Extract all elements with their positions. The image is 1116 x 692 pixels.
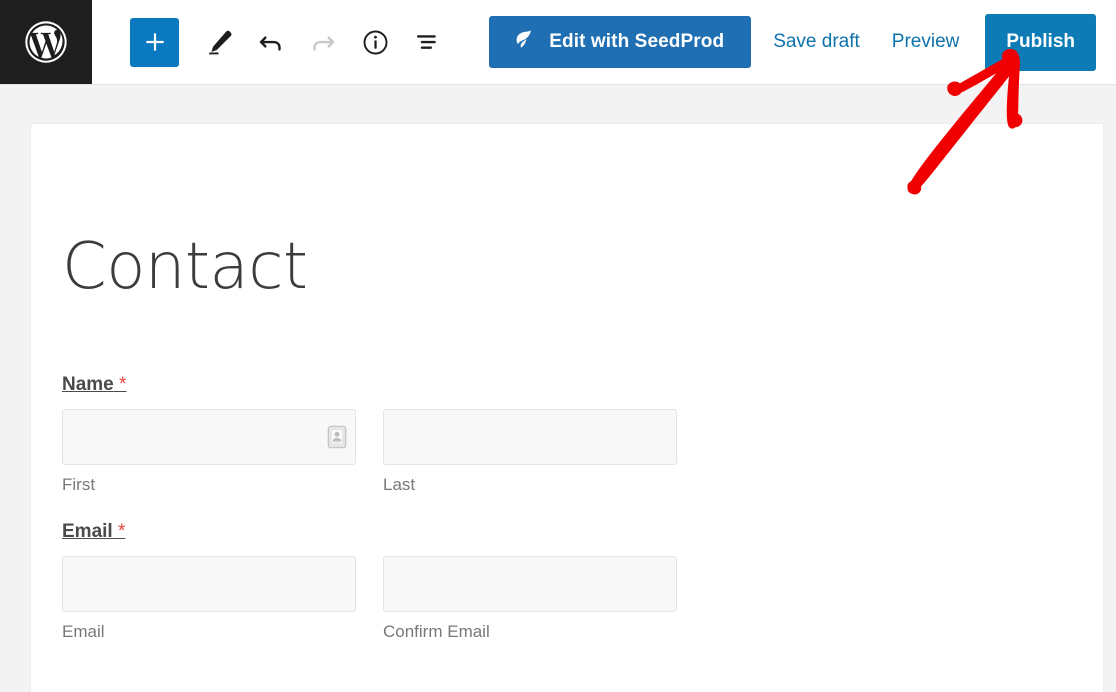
list-view-button[interactable]	[401, 16, 453, 68]
field-column-last: Last	[383, 409, 677, 495]
toolbar-actions-group: Edit with SeedProd Save draft Preview Pu…	[489, 0, 1116, 84]
seedprod-button-label: Edit with SeedProd	[549, 31, 725, 52]
publish-button[interactable]: Publish	[985, 13, 1096, 71]
pencil-icon	[204, 27, 234, 57]
wordpress-logo-icon	[23, 19, 69, 65]
field-row: Email Confirm Email	[62, 556, 702, 642]
wordpress-logo-button[interactable]	[0, 0, 92, 84]
field-column-first: First	[62, 409, 356, 495]
page-title[interactable]: Contact	[62, 232, 1103, 303]
post-canvas[interactable]: Contact Name * First Last Email * Email …	[30, 123, 1104, 692]
editor-body: Contact Name * First Last Email * Email …	[0, 85, 1116, 692]
redo-button[interactable]	[297, 16, 349, 68]
list-view-icon	[412, 27, 442, 57]
redo-arrow-icon	[308, 27, 338, 57]
undo-arrow-icon	[256, 27, 286, 57]
info-circle-icon	[361, 28, 390, 57]
add-block-button[interactable]	[130, 17, 179, 67]
undo-button[interactable]	[245, 16, 297, 68]
confirm-email-input[interactable]	[383, 556, 677, 613]
last-name-input[interactable]	[383, 409, 677, 466]
wordpress-editor-screen: Edit with SeedProd Save draft Preview Pu…	[0, 0, 1116, 692]
save-draft-button[interactable]: Save draft	[773, 31, 860, 53]
field-column-confirm-email: Confirm Email	[383, 556, 677, 642]
field-row: First Last	[62, 409, 702, 495]
plus-icon	[142, 29, 168, 55]
edit-with-seedprod-button[interactable]: Edit with SeedProd	[489, 16, 752, 68]
sub-label-last: Last	[383, 475, 416, 495]
seedprod-leaf-icon	[511, 27, 536, 58]
field-column-email: Email	[62, 556, 356, 642]
editor-toolbar: Edit with SeedProd Save draft Preview Pu…	[0, 0, 1116, 85]
email-input[interactable]	[62, 556, 356, 613]
sub-label-confirm-email: Confirm Email	[383, 622, 490, 642]
details-button[interactable]	[349, 16, 401, 68]
first-name-input[interactable]	[62, 409, 356, 466]
form-field-name: Name * First Last	[62, 374, 702, 495]
post-content: Contact Name * First Last Email * Email …	[31, 124, 1103, 642]
preview-button[interactable]: Preview	[892, 31, 960, 53]
edit-tool-button[interactable]	[193, 16, 245, 68]
contact-form-block[interactable]: Name * First Last Email * Email Confirm …	[62, 374, 702, 642]
field-label-email: Email *	[62, 521, 126, 543]
toolbar-tools-group	[130, 0, 453, 84]
required-asterisk: *	[117, 521, 126, 543]
required-asterisk: *	[119, 374, 127, 396]
form-field-email: Email * Email Confirm Email	[62, 521, 702, 642]
field-label-name: Name *	[62, 374, 127, 396]
contact-autofill-icon[interactable]	[327, 425, 347, 449]
sub-label-first: First	[62, 475, 96, 495]
sub-label-email: Email	[62, 622, 105, 642]
